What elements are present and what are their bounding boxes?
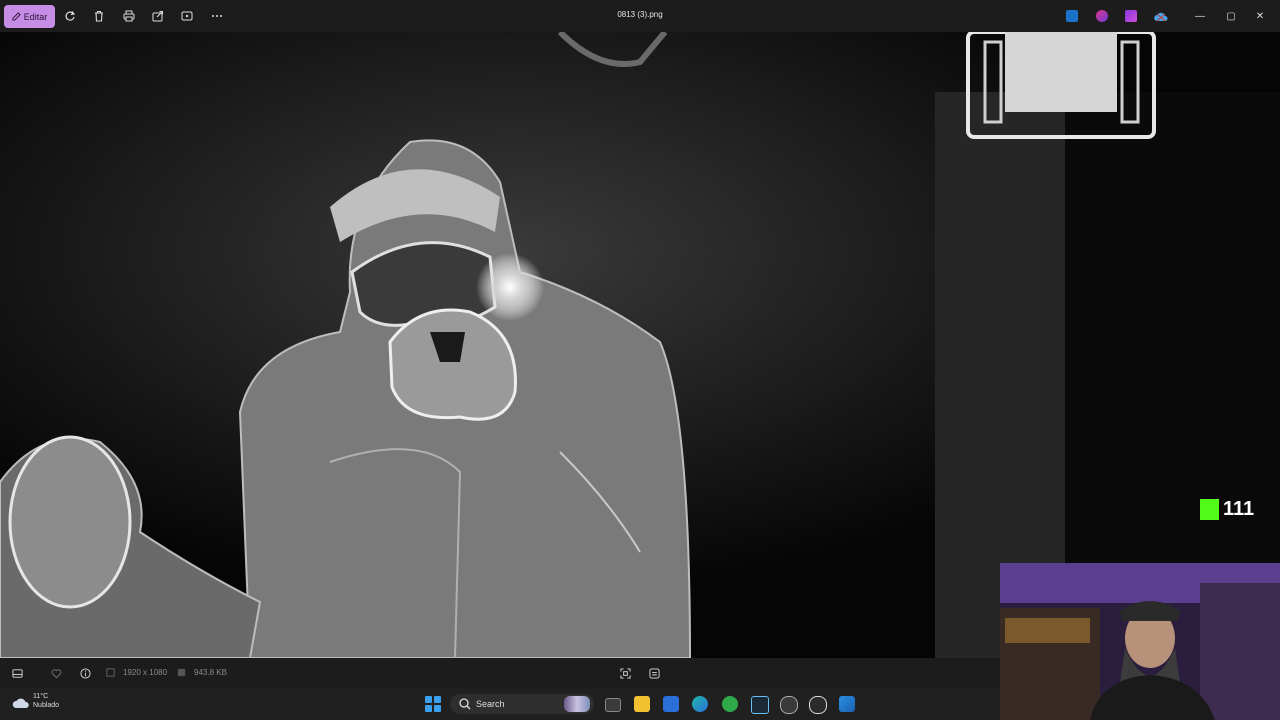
task-view-icon[interactable]: [605, 698, 621, 712]
search-icon: [459, 698, 471, 710]
photoshop-icon[interactable]: [1066, 10, 1078, 22]
filmstrip-icon[interactable]: [9, 665, 25, 681]
file-size: 943.8 KB: [194, 668, 227, 677]
weather-temperature[interactable]: 11°C: [33, 693, 48, 700]
clipchamp-icon[interactable]: [1096, 10, 1108, 22]
image-dimensions: 1920 x 1080: [123, 668, 168, 677]
edit-button[interactable]: Editar: [4, 5, 55, 28]
print-icon[interactable]: [121, 8, 137, 24]
weather-description[interactable]: Nublado: [33, 702, 59, 709]
fit-to-window-icon[interactable]: [617, 665, 633, 681]
taskbar-search[interactable]: Search: [450, 694, 594, 714]
minimize-button[interactable]: —: [1190, 6, 1210, 26]
edge-icon[interactable]: [692, 696, 708, 712]
info-icon[interactable]: [77, 665, 93, 681]
windows-logo-tile: [434, 696, 441, 703]
webcam-overlay: [1000, 563, 1280, 720]
settings-icon[interactable]: [780, 696, 798, 714]
designer-icon[interactable]: [1125, 10, 1137, 22]
file-size-icon: [175, 666, 187, 678]
status-bar: 1920 x 1080 943.8 KB: [0, 658, 1000, 688]
search-label: Search: [476, 699, 505, 709]
windows-logo-tile: [425, 696, 432, 703]
slideshow-icon[interactable]: [179, 8, 195, 24]
favorite-icon[interactable]: [48, 665, 64, 681]
photos-icon[interactable]: [839, 696, 855, 712]
file-name: 0813 (3).png: [617, 10, 663, 19]
zoom-options-icon[interactable]: [646, 665, 662, 681]
windows-logo-tile: [425, 705, 432, 712]
kick-viewer-badge: 111: [1200, 497, 1254, 521]
maximize-button[interactable]: ▢: [1221, 6, 1241, 26]
start-button[interactable]: [425, 696, 441, 712]
taskbar: 11°C Nublado Search: [0, 688, 1000, 720]
rotate-icon[interactable]: [62, 8, 78, 24]
edit-button-label: Editar: [23, 11, 48, 22]
edit-pencil-icon: [12, 12, 21, 21]
media-player-icon[interactable]: [809, 696, 827, 714]
search-highlight-icon: [564, 696, 590, 712]
windows-logo-tile: [434, 705, 441, 712]
close-button[interactable]: ✕: [1250, 6, 1270, 26]
steam-icon[interactable]: [751, 696, 769, 714]
share-icon[interactable]: [150, 8, 166, 24]
webcam-feed: [1000, 563, 1280, 720]
store-icon[interactable]: [663, 696, 679, 712]
onedrive-icon[interactable]: [1154, 10, 1168, 22]
kick-viewer-count: 111: [1223, 497, 1255, 520]
delete-icon[interactable]: [91, 8, 107, 24]
file-explorer-icon[interactable]: [634, 696, 650, 712]
more-icon[interactable]: [209, 8, 225, 24]
cloud-icon[interactable]: [12, 697, 30, 709]
dimensions-icon: [104, 666, 116, 678]
title-bar: Editar 0813 (3).png — ▢ ✕: [0, 0, 1280, 32]
xbox-icon[interactable]: [722, 696, 738, 712]
kick-logo-icon: [1200, 498, 1219, 520]
